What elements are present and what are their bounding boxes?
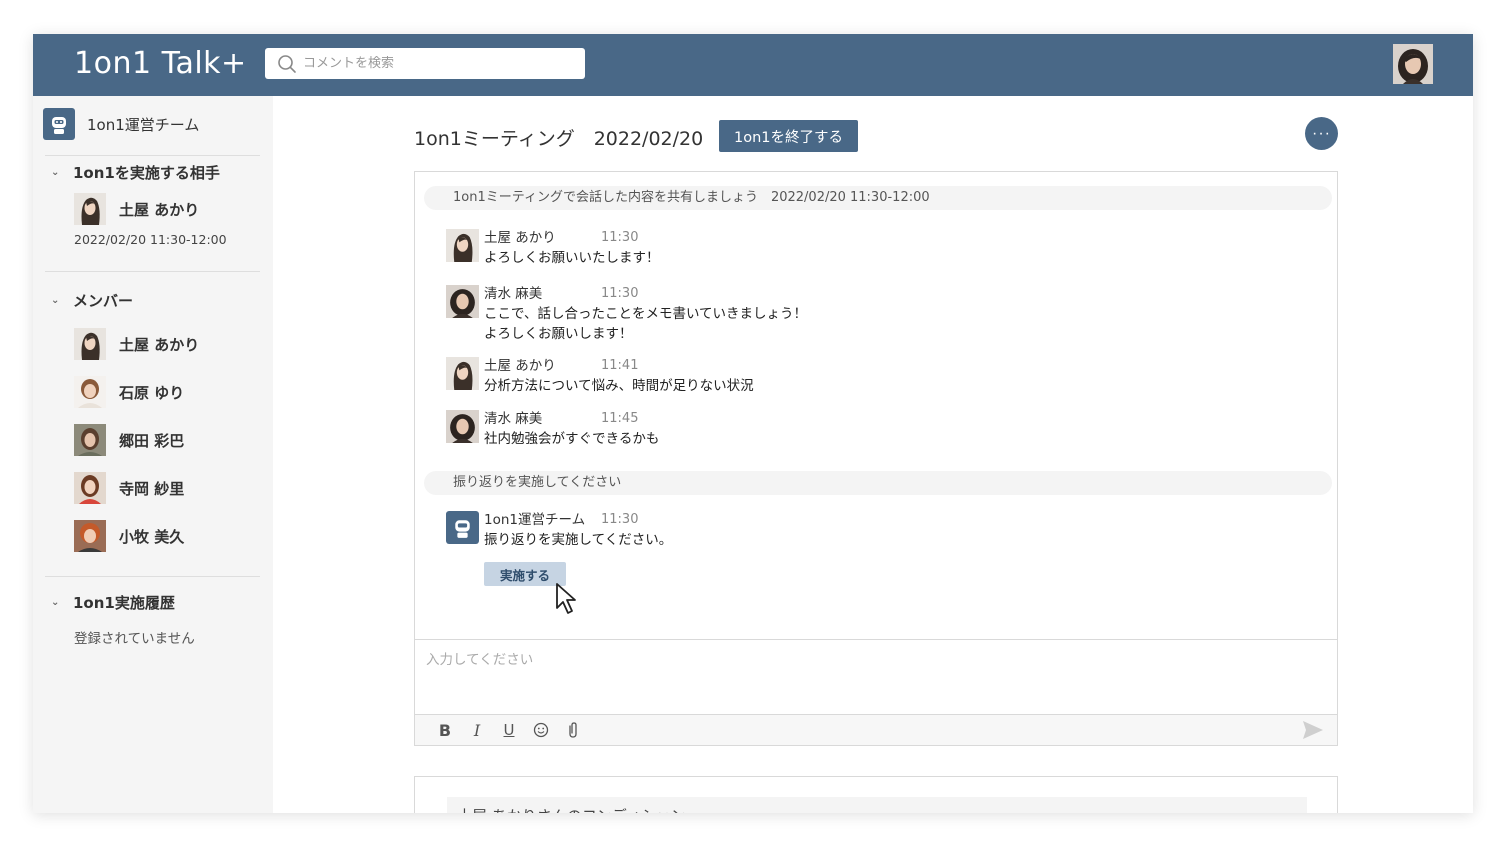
chat-message: 清水 麻美 11:30 ここで、話し合ったことをメモ書いていきましょう！ よろしく… [446, 285, 807, 344]
send-icon[interactable] [1301, 719, 1325, 741]
member-name: 小牧 美久 [119, 527, 185, 546]
history-section-header[interactable]: ⌄ 1on1実施履歴 [51, 592, 175, 613]
avatar [446, 410, 479, 443]
message-time: 11:45 [601, 411, 639, 426]
search-icon [278, 54, 296, 73]
end-1on1-button[interactable]: 1on1を終了する [719, 120, 858, 152]
member-name: 土屋 あかり [119, 335, 200, 354]
message-author: 土屋 あかり [484, 230, 556, 246]
message-author: 土屋 あかり [484, 358, 556, 374]
member-item[interactable]: 土屋 あかり [74, 328, 199, 360]
avatar [74, 376, 106, 408]
main-area: 1on1ミーティング 2022/02/20 1on1を終了する ··· 1on1… [273, 96, 1473, 813]
member-item[interactable]: 郷田 彩巴 [74, 424, 184, 456]
partner-datetime: 2022/02/20 11:30-12:00 [74, 232, 227, 247]
partner-section-header[interactable]: ⌄ 1on1を実施する相手 [51, 162, 220, 183]
sidebar: 1on1運営チーム ⌄ 1on1を実施する相手 土屋 あかり 2022/02/2… [33, 96, 273, 813]
chat-message: 土屋 あかり 11:30 よろしくお願いいたします！ [446, 229, 660, 268]
robot-icon [43, 108, 75, 140]
emoji-icon[interactable] [525, 718, 557, 742]
app-window: 1on1 Talk+ 1on1運営チーム ⌄ [33, 34, 1473, 813]
session-banner: 1on1ミーティングで会話した内容を共有しましょう 2022/02/20 11:… [424, 186, 1332, 210]
bold-icon[interactable]: B [429, 718, 461, 742]
message-input[interactable] [415, 640, 1337, 714]
meeting-title: 1on1ミーティング 2022/02/20 [414, 128, 704, 150]
chevron-down-icon: ⌄ [51, 597, 60, 608]
message-author: 1on1運営チーム [484, 512, 586, 528]
cursor-icon [556, 583, 576, 614]
message-text: よろしくお願いいたします！ [484, 250, 660, 266]
top-bar: 1on1 Talk+ [33, 34, 1473, 96]
message-time: 11:41 [601, 358, 639, 373]
attachment-icon[interactable] [557, 718, 589, 742]
history-section-title: 1on1実施履歴 [73, 594, 175, 612]
message-text: ここで、話し合ったことをメモ書いていきましょう！ よろしくお願いします！ [484, 306, 808, 342]
message-text: 社内勉強会がすぐできるかも [484, 431, 660, 447]
underline-icon[interactable]: U [493, 718, 525, 742]
app-logo[interactable]: 1on1 Talk+ [74, 46, 247, 81]
current-user-avatar[interactable] [1393, 44, 1433, 84]
divider [45, 271, 260, 272]
message-author: 清水 麻美 [484, 286, 543, 302]
team-name: 1on1運営チーム [87, 115, 200, 134]
more-icon[interactable]: ··· [1305, 117, 1338, 150]
avatar [74, 424, 106, 456]
search-input[interactable] [303, 56, 573, 71]
bot-message: 1on1運営チーム 11:30 振り返りを実施してください。 [446, 511, 672, 550]
chat-message: 土屋 あかり 11:41 分析方法について悩み、時間が足りない状況 [446, 357, 754, 396]
editor-toolbar: B I U [415, 714, 1337, 745]
team-item[interactable]: 1on1運営チーム [43, 108, 199, 140]
condition-card-header: 土屋 あかりさんのコンディション [447, 797, 1307, 813]
chevron-down-icon: ⌄ [51, 295, 60, 306]
member-item[interactable]: 寺岡 紗里 [74, 472, 184, 504]
avatar [74, 520, 106, 552]
members-section-title: メンバー [73, 292, 134, 310]
history-empty-text: 登録されていません [74, 631, 195, 647]
robot-icon [446, 511, 479, 544]
member-name: 石原 ゆり [119, 383, 185, 402]
reflection-banner: 振り返りを実施してください [424, 471, 1332, 495]
message-text: 分析方法について悩み、時間が足りない状況 [484, 378, 754, 394]
partner-section-title: 1on1を実施する相手 [73, 164, 220, 182]
avatar [74, 193, 106, 225]
avatar [446, 357, 479, 390]
condition-card: 土屋 あかりさんのコンディション [414, 776, 1338, 813]
member-item[interactable]: 小牧 美久 [74, 520, 184, 552]
divider [45, 155, 260, 156]
italic-icon[interactable]: I [461, 718, 493, 742]
condition-card-title: 土屋 あかりさんのコンディション [457, 805, 686, 813]
message-input-area[interactable] [415, 639, 1337, 714]
member-name: 郷田 彩巴 [119, 431, 185, 450]
divider [45, 576, 260, 577]
members-section-header[interactable]: ⌄ メンバー [51, 290, 133, 311]
message-author: 清水 麻美 [484, 411, 543, 427]
message-time: 11:30 [601, 286, 639, 301]
search-box[interactable] [265, 48, 585, 79]
message-time: 11:30 [601, 512, 639, 527]
message-text: 振り返りを実施してください。 [484, 532, 673, 548]
avatar [446, 285, 479, 318]
avatar [74, 328, 106, 360]
avatar [74, 472, 106, 504]
member-item[interactable]: 石原 ゆり [74, 376, 184, 408]
member-name: 寺岡 紗里 [119, 479, 185, 498]
chat-message: 清水 麻美 11:45 社内勉強会がすぐできるかも [446, 410, 659, 449]
chat-panel: 1on1ミーティングで会話した内容を共有しましょう 2022/02/20 11:… [414, 171, 1338, 746]
partner-name: 土屋 あかり [119, 200, 200, 219]
partner-item[interactable]: 土屋 あかり [74, 193, 199, 225]
avatar [446, 229, 479, 262]
chevron-down-icon: ⌄ [51, 167, 60, 178]
message-time: 11:30 [601, 230, 639, 245]
